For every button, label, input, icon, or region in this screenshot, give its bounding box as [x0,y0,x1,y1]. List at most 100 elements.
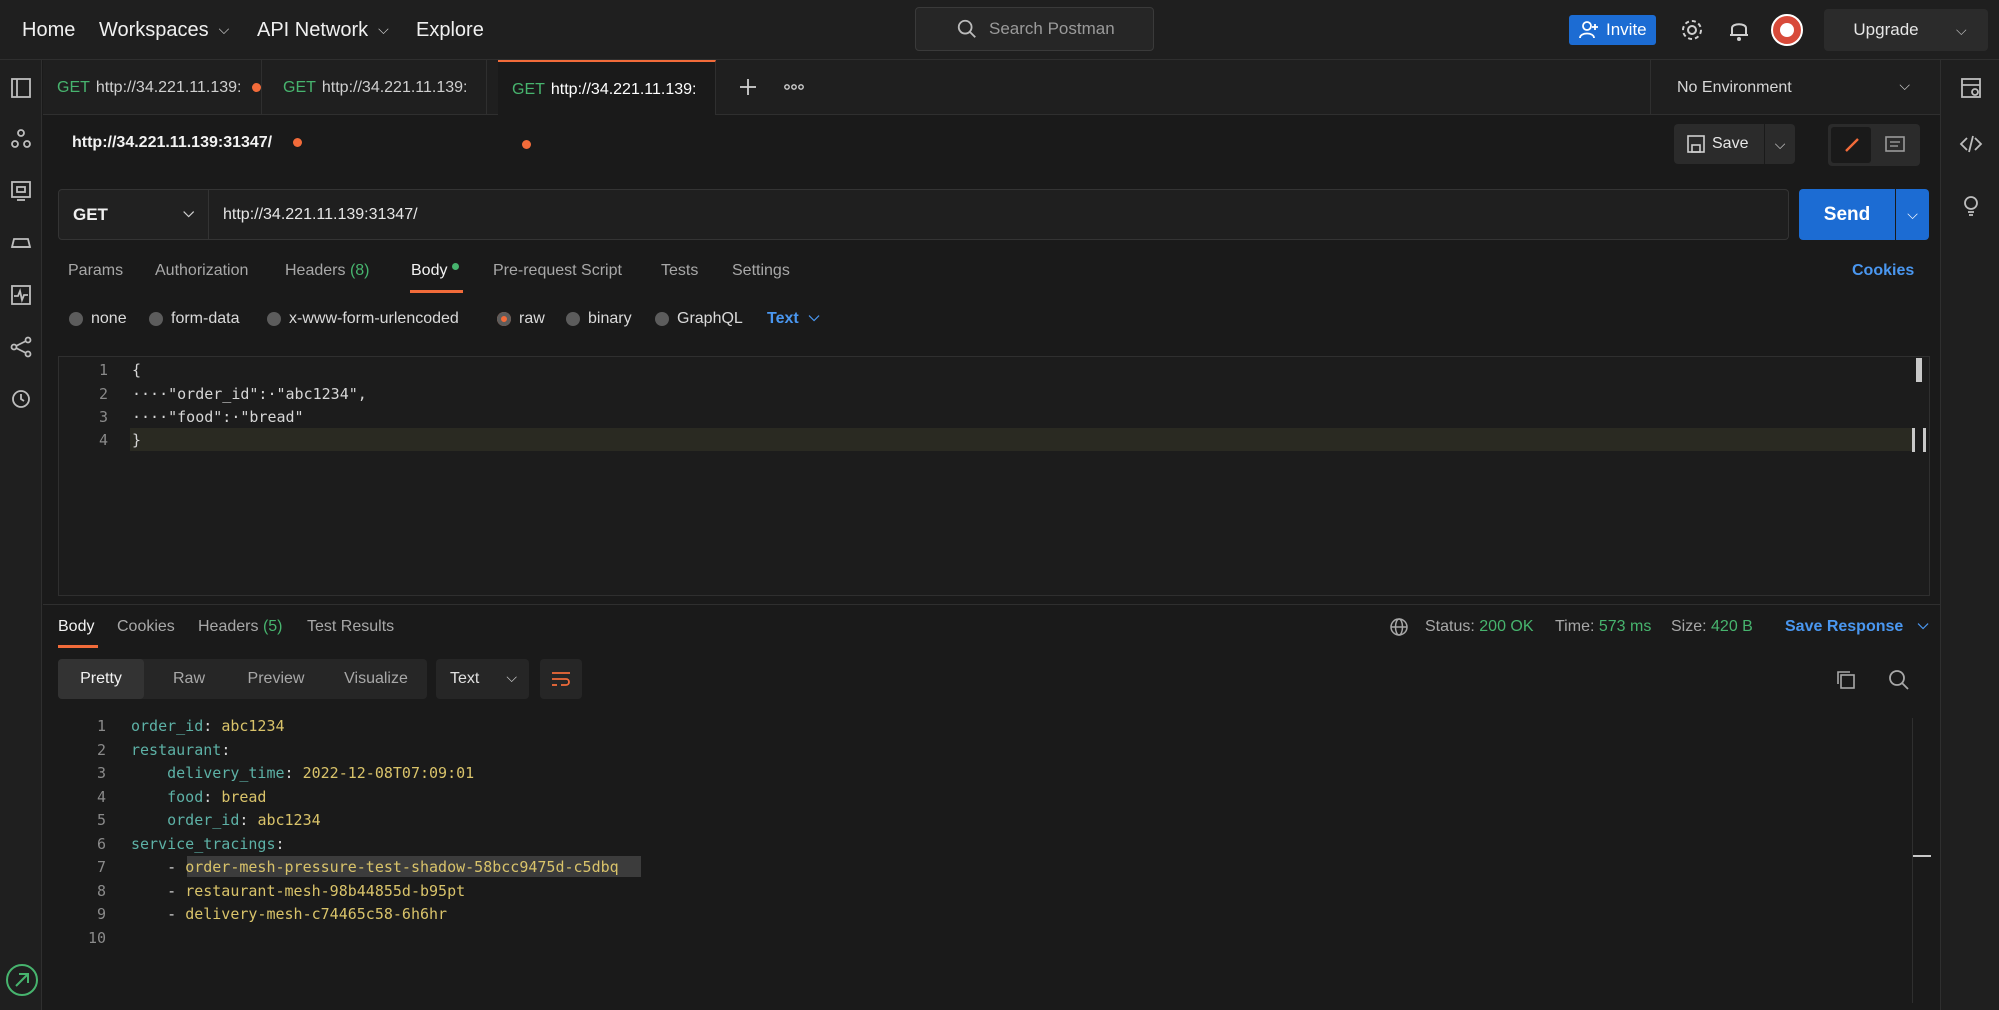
request-tabs-bar: GET http://34.221.11.139: GET http://34.22… [43,60,1650,149]
radio-graphql[interactable]: GraphQL [655,310,743,328]
response-tab-test-results[interactable]: Test Results [307,618,394,636]
lightbulb-icon[interactable] [1959,193,1983,217]
response-tab-cookies[interactable]: Cookies [117,618,175,636]
wrap-lines-button[interactable] [540,659,582,699]
search-icon[interactable] [1888,669,1910,691]
unsaved-dot [251,83,261,92]
chevron-down-icon: ⌵ [183,204,194,220]
collections-icon[interactable] [9,76,33,100]
request-tab-active[interactable]: GET http://34.221.11.139: [498,60,716,149]
response-line: order_id: abc1234 [167,811,321,829]
code-line: ····"order_id":·"abc1234", [132,385,367,403]
send-button[interactable]: Send [1799,189,1895,240]
request-tab[interactable]: GET http://34.221.11.139: [43,60,262,115]
radio-none[interactable]: none [69,310,127,328]
response-tab-headers[interactable]: Headers (5) [198,618,283,636]
line-number: 6 [96,835,106,853]
cookies-link[interactable]: Cookies [1852,262,1914,280]
format-visualize[interactable]: Visualize [328,659,424,699]
response-time[interactable]: Time: 573 ms [1555,618,1651,636]
settings-gear-icon[interactable] [1678,16,1706,44]
response-scrollbar-track[interactable] [1912,718,1913,1003]
request-tab[interactable]: GET http://34.221.11.139: [269,60,487,147]
search-placeholder: Search Postman [989,19,1115,38]
tab-headers[interactable]: Headers (8) [285,262,370,280]
url-input[interactable]: http://34.221.11.139:31347/ [209,189,1789,240]
save-button[interactable]: Save [1674,124,1764,164]
line-number: 9 [96,905,106,923]
editor-scrollbar[interactable] [1916,358,1922,382]
upgrade-button[interactable]: Upgrade ⌵ [1824,9,1988,51]
unsaved-dot [293,138,302,147]
code-line: } [132,431,142,449]
format-raw[interactable]: Raw [154,659,224,699]
more-options-icon[interactable] [784,82,804,92]
response-line: - order-mesh-pressure-test-shadow-58bcc9… [131,858,619,876]
tab-body[interactable]: Body [411,262,459,280]
mock-servers-icon[interactable] [9,231,33,255]
tab-tests[interactable]: Tests [661,262,698,280]
edit-mode-button[interactable] [1831,127,1871,163]
response-size[interactable]: Size: 420 B [1671,618,1753,636]
line-number: 7 [96,858,106,876]
chevron-down-icon: ⌵ [1899,77,1910,93]
environment-selector[interactable]: No Environment ⌵ [1650,60,1940,115]
mode-toggle [1828,124,1920,166]
environment-quick-look-icon[interactable] [1959,76,1983,100]
tab-pre-request-script[interactable]: Pre-request Script [493,262,622,280]
apis-icon[interactable] [9,127,33,151]
response-format-group: Pretty Raw Preview Visualize [58,659,427,699]
method-select[interactable]: GET ⌵ [58,189,209,240]
code-icon[interactable] [1959,132,1983,156]
format-preview[interactable]: Preview [228,659,324,699]
line-number: 4 [98,431,108,449]
search-icon [957,19,976,38]
save-options-dropdown[interactable]: ⌵ [1765,124,1795,164]
response-line: service_tracings: [131,835,285,853]
radio-binary[interactable]: binary [566,310,632,328]
radio-raw[interactable]: raw [497,310,545,328]
radio-form-data[interactable]: form-data [149,310,239,328]
tab-params[interactable]: Params [68,262,123,280]
notifications-bell-icon[interactable] [1725,16,1753,44]
chevron-down-icon: ⌵ [506,669,517,685]
new-tab-plus-icon[interactable] [738,77,758,97]
response-tab-body[interactable]: Body [58,618,94,636]
line-number: 2 [98,385,108,403]
line-number: 3 [96,764,106,782]
nav-api-network[interactable]: API Network ⌵ [257,0,389,60]
environments-icon[interactable] [9,179,33,203]
response-line: food: bread [167,788,267,806]
chevron-down-icon: ⌵ [808,308,820,324]
active-tab-underline [58,645,98,648]
current-line-highlight [130,428,1912,451]
copy-icon[interactable] [1835,669,1857,691]
response-status[interactable]: Status: 200 OK [1425,618,1534,636]
flows-icon[interactable] [9,335,33,359]
nav-workspaces[interactable]: Workspaces ⌵ [99,0,229,60]
avatar[interactable] [1771,14,1803,46]
globe-icon[interactable] [1389,617,1409,637]
radio-urlencoded[interactable]: x-www-form-urlencoded [267,310,459,328]
body-language-select[interactable]: Text ⌵ [767,308,820,328]
chevron-down-icon[interactable]: ⌵ [1956,9,1967,51]
comment-icon[interactable] [1884,135,1906,155]
tab-authorization[interactable]: Authorization [155,262,248,280]
format-pretty[interactable]: Pretty [58,659,144,699]
code-line: { [132,361,142,379]
request-title[interactable]: http://34.221.11.139:31347/ [72,134,272,152]
save-response-button[interactable]: Save Response ⌵ [1785,616,1928,636]
nav-explore[interactable]: Explore [416,0,484,60]
search-input[interactable]: Search Postman [915,7,1154,51]
right-sidebar [1940,60,1999,1010]
nav-home[interactable]: Home [22,0,75,60]
response-language-select[interactable]: Text ⌵ [436,659,529,699]
wrap-lines-icon [552,672,570,686]
invite-button[interactable]: Invite [1569,15,1656,45]
tab-settings[interactable]: Settings [732,262,790,280]
history-icon[interactable] [9,387,33,411]
runner-status-icon[interactable] [5,963,39,997]
line-number: 10 [87,929,106,947]
send-options-dropdown[interactable]: ⌵ [1896,189,1929,240]
monitors-icon[interactable] [9,283,33,307]
